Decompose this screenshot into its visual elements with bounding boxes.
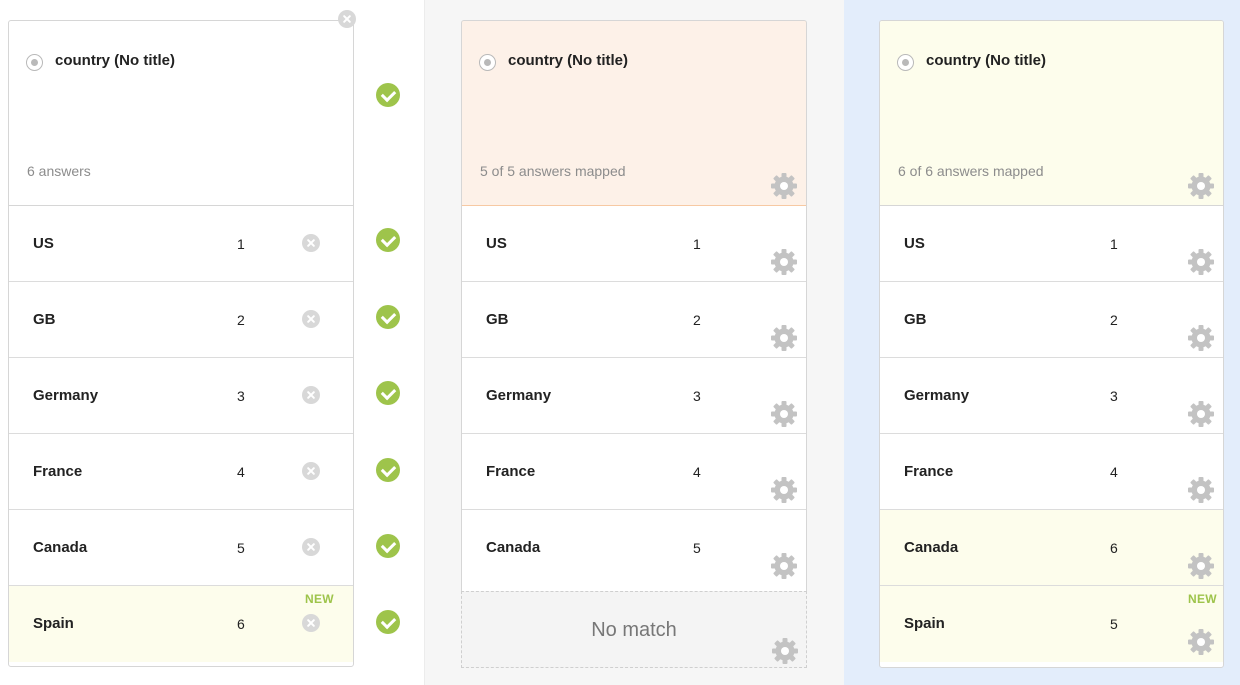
question-title: country (No title) bbox=[508, 52, 628, 69]
answer-label: France bbox=[904, 463, 954, 480]
answer-value: 5 bbox=[237, 540, 245, 556]
remove-answer-icon[interactable] bbox=[302, 234, 320, 252]
answer-row: Germany 3 bbox=[9, 358, 353, 434]
gear-icon[interactable] bbox=[770, 400, 798, 428]
mapping-summary: 5 of 5 answers mapped bbox=[480, 163, 626, 179]
answer-label: Germany bbox=[33, 387, 99, 404]
remove-answer-icon[interactable] bbox=[302, 462, 320, 480]
answer-label: Germany bbox=[904, 387, 970, 404]
new-badge: NEW bbox=[1188, 592, 1217, 606]
no-match-dropzone[interactable]: No match bbox=[461, 591, 807, 668]
gear-icon[interactable] bbox=[770, 552, 798, 580]
answer-row: Germany 3 bbox=[462, 358, 806, 434]
answer-count: 6 answers bbox=[27, 163, 91, 179]
answer-value: 6 bbox=[237, 616, 245, 632]
answer-value: 5 bbox=[1110, 616, 1118, 632]
target-question-card-right: country (No title) 6 of 6 answers mapped… bbox=[879, 20, 1224, 668]
mapping-summary: 6 of 6 answers mapped bbox=[898, 163, 1044, 179]
target-question-header[interactable]: country (No title) 6 of 6 answers mapped bbox=[880, 21, 1223, 206]
gear-icon[interactable] bbox=[1187, 552, 1215, 580]
gear-icon[interactable] bbox=[1187, 248, 1215, 276]
answer-label: US bbox=[33, 235, 54, 252]
gear-icon[interactable] bbox=[1187, 172, 1215, 200]
gear-icon[interactable] bbox=[770, 248, 798, 276]
question-title: country (No title) bbox=[926, 52, 1046, 69]
match-check-icon bbox=[376, 381, 400, 405]
answer-label: Spain bbox=[33, 615, 74, 632]
answer-row: Germany 3 bbox=[880, 358, 1223, 434]
answer-row-new: NEW Spain 6 bbox=[9, 586, 353, 662]
gear-icon[interactable] bbox=[770, 324, 798, 352]
remove-answer-icon[interactable] bbox=[302, 386, 320, 404]
answer-row: GB 2 bbox=[880, 282, 1223, 358]
source-question-header: country (No title) 6 answers bbox=[9, 21, 353, 206]
answer-label: France bbox=[486, 463, 536, 480]
gear-icon[interactable] bbox=[1187, 324, 1215, 352]
answer-value: 5 bbox=[693, 540, 701, 556]
target-question-header[interactable]: country (No title) 5 of 5 answers mapped bbox=[462, 21, 806, 206]
answer-row: GB 2 bbox=[9, 282, 353, 358]
gear-icon[interactable] bbox=[1187, 400, 1215, 428]
match-check-icon bbox=[376, 228, 400, 252]
answer-row-new: NEW Spain 5 bbox=[880, 586, 1223, 662]
answer-row: US 1 bbox=[462, 206, 806, 282]
gear-icon[interactable] bbox=[770, 172, 798, 200]
answer-row: Canada 5 bbox=[9, 510, 353, 586]
answer-label: Spain bbox=[904, 615, 945, 632]
answer-row: France 4 bbox=[462, 434, 806, 510]
remove-question-icon[interactable] bbox=[338, 10, 356, 28]
remove-answer-icon[interactable] bbox=[302, 310, 320, 328]
answer-label: France bbox=[33, 463, 83, 480]
match-check-icon bbox=[376, 610, 400, 634]
answer-row: France 4 bbox=[880, 434, 1223, 510]
answer-label: Germany bbox=[486, 387, 552, 404]
gear-icon[interactable] bbox=[1187, 628, 1215, 656]
gear-icon[interactable] bbox=[771, 637, 799, 665]
answer-label: US bbox=[486, 235, 507, 252]
gear-icon[interactable] bbox=[1187, 476, 1215, 504]
answer-value: 2 bbox=[1110, 312, 1118, 328]
no-match-label: No match bbox=[591, 619, 677, 641]
match-check-icon bbox=[376, 83, 400, 107]
answer-value: 4 bbox=[1110, 464, 1118, 480]
answer-value: 4 bbox=[693, 464, 701, 480]
answer-value: 4 bbox=[237, 464, 245, 480]
answer-row: GB 2 bbox=[462, 282, 806, 358]
answer-value: 1 bbox=[1110, 236, 1118, 252]
answer-row: US 1 bbox=[880, 206, 1223, 282]
answer-value: 2 bbox=[237, 312, 245, 328]
radio-icon[interactable] bbox=[897, 54, 914, 71]
answer-row: US 1 bbox=[9, 206, 353, 282]
answer-value: 6 bbox=[1110, 540, 1118, 556]
answer-row: Canada 6 bbox=[880, 510, 1223, 586]
match-check-icon bbox=[376, 458, 400, 482]
answer-label: GB bbox=[486, 311, 509, 328]
answer-label: Canada bbox=[486, 539, 541, 556]
radio-icon[interactable] bbox=[26, 54, 43, 71]
answer-label: GB bbox=[33, 311, 56, 328]
answer-label: US bbox=[904, 235, 925, 252]
match-check-icon bbox=[376, 534, 400, 558]
source-question-card: country (No title) 6 answers US 1 GB 2 G… bbox=[8, 20, 354, 667]
answer-value: 2 bbox=[693, 312, 701, 328]
answer-label: Canada bbox=[904, 539, 959, 556]
answer-value: 3 bbox=[237, 388, 245, 404]
target-question-card-middle: country (No title) 5 of 5 answers mapped… bbox=[461, 20, 807, 591]
answer-value: 3 bbox=[693, 388, 701, 404]
remove-answer-icon[interactable] bbox=[302, 538, 320, 556]
new-badge: NEW bbox=[305, 592, 334, 606]
answer-label: GB bbox=[904, 311, 927, 328]
answer-value: 1 bbox=[237, 236, 245, 252]
answer-row: Canada 5 bbox=[462, 510, 806, 586]
answer-row: France 4 bbox=[9, 434, 353, 510]
answer-label: Canada bbox=[33, 539, 88, 556]
remove-answer-icon[interactable] bbox=[302, 614, 320, 632]
radio-icon[interactable] bbox=[479, 54, 496, 71]
answer-value: 1 bbox=[693, 236, 701, 252]
match-check-icon bbox=[376, 305, 400, 329]
question-title: country (No title) bbox=[55, 52, 175, 69]
answer-value: 3 bbox=[1110, 388, 1118, 404]
gear-icon[interactable] bbox=[770, 476, 798, 504]
